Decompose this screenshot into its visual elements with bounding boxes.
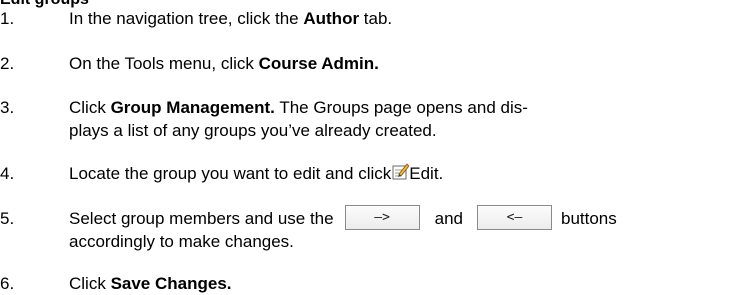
step-text: In the navigation tree, click the Author… [69,9,393,28]
step-number: 2. [0,54,15,73]
group-management-label: Group Management. [110,98,275,117]
save-changes-label: Save Changes. [110,274,232,293]
step-number: 4. [0,164,15,183]
step-number: 6. [0,274,15,293]
step-text: On the Tools menu, click Course Admin. [69,54,379,73]
step-text: Click Save Changes. [69,274,232,293]
author-tab-label: Author [303,9,360,28]
step-number: 3. [0,98,15,117]
step-number: 1. [0,9,15,28]
move-left-button-image: <— [476,205,552,231]
step-text: Locate the group you want to edit and cl… [69,162,444,183]
move-right-button-image: —> [344,205,420,231]
course-admin-label: Course Admin. [258,54,379,73]
step-number: 5. [0,209,15,228]
edit-pencil-icon [391,162,410,180]
step-text: Click Group Management. The Groups page … [69,98,528,140]
step-text: Select group members and use the —> and <— b… [69,205,748,253]
edit-link-text: Edit. [409,164,444,183]
